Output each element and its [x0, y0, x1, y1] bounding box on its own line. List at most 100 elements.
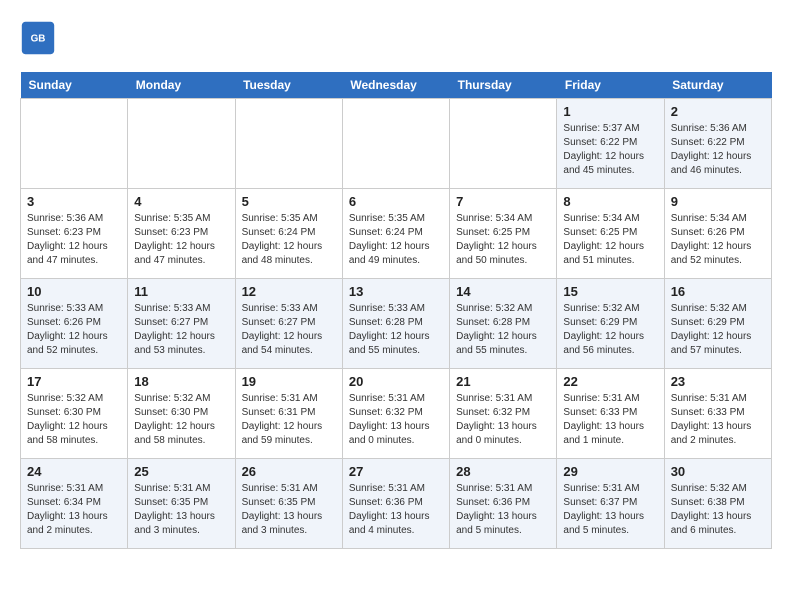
day-info: Sunrise: 5:31 AM Sunset: 6:31 PM Dayligh… [242, 392, 336, 448]
day-info: Sunrise: 5:34 AM Sunset: 6:26 PM Dayligh… [671, 212, 765, 268]
calendar-cell: 6 Sunrise: 5:35 AM Sunset: 6:24 PM Daylig… [342, 189, 449, 279]
day-number: 8 [563, 194, 657, 209]
day-info: Sunrise: 5:36 AM Sunset: 6:23 PM Dayligh… [27, 212, 121, 268]
day-info: Sunrise: 5:32 AM Sunset: 6:28 PM Dayligh… [456, 302, 550, 358]
day-info: Sunrise: 5:33 AM Sunset: 6:28 PM Dayligh… [349, 302, 443, 358]
weekday-header-saturday: Saturday [664, 72, 771, 99]
calendar-cell: 15 Sunrise: 5:32 AM Sunset: 6:29 PM Dayli… [557, 279, 664, 369]
day-number: 11 [134, 284, 228, 299]
calendar-cell: 25 Sunrise: 5:31 AM Sunset: 6:35 PM Dayli… [128, 459, 235, 549]
day-info: Sunrise: 5:31 AM Sunset: 6:33 PM Dayligh… [671, 392, 765, 448]
day-number: 23 [671, 374, 765, 389]
calendar-cell: 9 Sunrise: 5:34 AM Sunset: 6:26 PM Daylig… [664, 189, 771, 279]
day-info: Sunrise: 5:31 AM Sunset: 6:32 PM Dayligh… [456, 392, 550, 448]
day-number: 24 [27, 464, 121, 479]
day-info: Sunrise: 5:35 AM Sunset: 6:23 PM Dayligh… [134, 212, 228, 268]
day-info: Sunrise: 5:31 AM Sunset: 6:33 PM Dayligh… [563, 392, 657, 448]
calendar-cell [450, 99, 557, 189]
day-number: 30 [671, 464, 765, 479]
day-info: Sunrise: 5:32 AM Sunset: 6:29 PM Dayligh… [563, 302, 657, 358]
svg-text:GB: GB [31, 34, 46, 45]
day-number: 21 [456, 374, 550, 389]
weekday-header-sunday: Sunday [21, 72, 128, 99]
weekday-header-thursday: Thursday [450, 72, 557, 99]
day-info: Sunrise: 5:31 AM Sunset: 6:36 PM Dayligh… [349, 482, 443, 538]
day-number: 29 [563, 464, 657, 479]
day-info: Sunrise: 5:31 AM Sunset: 6:37 PM Dayligh… [563, 482, 657, 538]
day-number: 14 [456, 284, 550, 299]
day-info: Sunrise: 5:32 AM Sunset: 6:38 PM Dayligh… [671, 482, 765, 538]
calendar-cell: 16Sunrise: 5:32 AM Sunset: 6:29 PM Dayli… [664, 279, 771, 369]
calendar-cell: 17 Sunrise: 5:32 AM Sunset: 6:30 PM Dayli… [21, 369, 128, 459]
calendar-cell: 10 Sunrise: 5:33 AM Sunset: 6:26 PM Dayli… [21, 279, 128, 369]
calendar-cell: 4 Sunrise: 5:35 AM Sunset: 6:23 PM Daylig… [128, 189, 235, 279]
day-info: Sunrise: 5:36 AM Sunset: 6:22 PM Dayligh… [671, 122, 765, 178]
day-number: 13 [349, 284, 443, 299]
day-number: 12 [242, 284, 336, 299]
logo: GB [20, 20, 62, 56]
day-number: 28 [456, 464, 550, 479]
calendar-cell: 28 Sunrise: 5:31 AM Sunset: 6:36 PM Dayli… [450, 459, 557, 549]
day-number: 6 [349, 194, 443, 209]
day-number: 20 [349, 374, 443, 389]
calendar-cell [342, 99, 449, 189]
day-info: Sunrise: 5:37 AM Sunset: 6:22 PM Dayligh… [563, 122, 657, 178]
calendar-cell: 26 Sunrise: 5:31 AM Sunset: 6:35 PM Dayli… [235, 459, 342, 549]
calendar-cell: 19 Sunrise: 5:31 AM Sunset: 6:31 PM Dayli… [235, 369, 342, 459]
day-info: Sunrise: 5:33 AM Sunset: 6:27 PM Dayligh… [134, 302, 228, 358]
day-number: 2 [671, 104, 765, 119]
day-number: 9 [671, 194, 765, 209]
day-number: 22 [563, 374, 657, 389]
calendar-cell: 11 Sunrise: 5:33 AM Sunset: 6:27 PM Dayli… [128, 279, 235, 369]
calendar-cell: 30 Sunrise: 5:32 AM Sunset: 6:38 PM Dayli… [664, 459, 771, 549]
day-number: 10 [27, 284, 121, 299]
day-info: Sunrise: 5:31 AM Sunset: 6:35 PM Dayligh… [242, 482, 336, 538]
page-header: GB [20, 20, 772, 56]
calendar-cell: 5Sunrise: 5:35 AM Sunset: 6:24 PM Daylig… [235, 189, 342, 279]
calendar-cell: 7Sunrise: 5:34 AM Sunset: 6:25 PM Daylig… [450, 189, 557, 279]
day-number: 25 [134, 464, 228, 479]
day-number: 15 [563, 284, 657, 299]
day-info: Sunrise: 5:33 AM Sunset: 6:26 PM Dayligh… [27, 302, 121, 358]
day-number: 7 [456, 194, 550, 209]
day-number: 16 [671, 284, 765, 299]
calendar-cell [21, 99, 128, 189]
calendar-cell: 20 Sunrise: 5:31 AM Sunset: 6:32 PM Dayli… [342, 369, 449, 459]
logo-icon: GB [20, 20, 56, 56]
calendar-cell: 2 Sunrise: 5:36 AM Sunset: 6:22 PM Daylig… [664, 99, 771, 189]
day-number: 18 [134, 374, 228, 389]
day-info: Sunrise: 5:31 AM Sunset: 6:32 PM Dayligh… [349, 392, 443, 448]
day-info: Sunrise: 5:35 AM Sunset: 6:24 PM Dayligh… [349, 212, 443, 268]
calendar-cell: 8Sunrise: 5:34 AM Sunset: 6:25 PM Daylig… [557, 189, 664, 279]
day-number: 4 [134, 194, 228, 209]
weekday-header-wednesday: Wednesday [342, 72, 449, 99]
weekday-header-friday: Friday [557, 72, 664, 99]
calendar-cell: 22 Sunrise: 5:31 AM Sunset: 6:33 PM Dayli… [557, 369, 664, 459]
calendar-cell [128, 99, 235, 189]
calendar-cell: 21 Sunrise: 5:31 AM Sunset: 6:32 PM Dayli… [450, 369, 557, 459]
calendar-cell: 13 Sunrise: 5:33 AM Sunset: 6:28 PM Dayli… [342, 279, 449, 369]
day-info: Sunrise: 5:31 AM Sunset: 6:34 PM Dayligh… [27, 482, 121, 538]
day-info: Sunrise: 5:31 AM Sunset: 6:36 PM Dayligh… [456, 482, 550, 538]
calendar-cell: 3 Sunrise: 5:36 AM Sunset: 6:23 PM Daylig… [21, 189, 128, 279]
calendar-cell: 1 Sunrise: 5:37 AM Sunset: 6:22 PM Daylig… [557, 99, 664, 189]
calendar-table: SundayMondayTuesdayWednesdayThursdayFrid… [20, 72, 772, 549]
calendar-cell: 29 Sunrise: 5:31 AM Sunset: 6:37 PM Dayli… [557, 459, 664, 549]
day-number: 26 [242, 464, 336, 479]
day-number: 3 [27, 194, 121, 209]
day-number: 27 [349, 464, 443, 479]
calendar-cell: 14 Sunrise: 5:32 AM Sunset: 6:28 PM Dayli… [450, 279, 557, 369]
day-info: Sunrise: 5:32 AM Sunset: 6:30 PM Dayligh… [27, 392, 121, 448]
calendar-cell: 27 Sunrise: 5:31 AM Sunset: 6:36 PM Dayli… [342, 459, 449, 549]
calendar-cell [235, 99, 342, 189]
day-info: Sunrise: 5:32 AM Sunset: 6:30 PM Dayligh… [134, 392, 228, 448]
weekday-header-tuesday: Tuesday [235, 72, 342, 99]
day-number: 1 [563, 104, 657, 119]
day-number: 19 [242, 374, 336, 389]
day-number: 17 [27, 374, 121, 389]
calendar-cell: 18 Sunrise: 5:32 AM Sunset: 6:30 PM Dayli… [128, 369, 235, 459]
calendar-cell: 23 Sunrise: 5:31 AM Sunset: 6:33 PM Dayli… [664, 369, 771, 459]
day-number: 5 [242, 194, 336, 209]
day-info: Sunrise: 5:31 AM Sunset: 6:35 PM Dayligh… [134, 482, 228, 538]
weekday-header-monday: Monday [128, 72, 235, 99]
